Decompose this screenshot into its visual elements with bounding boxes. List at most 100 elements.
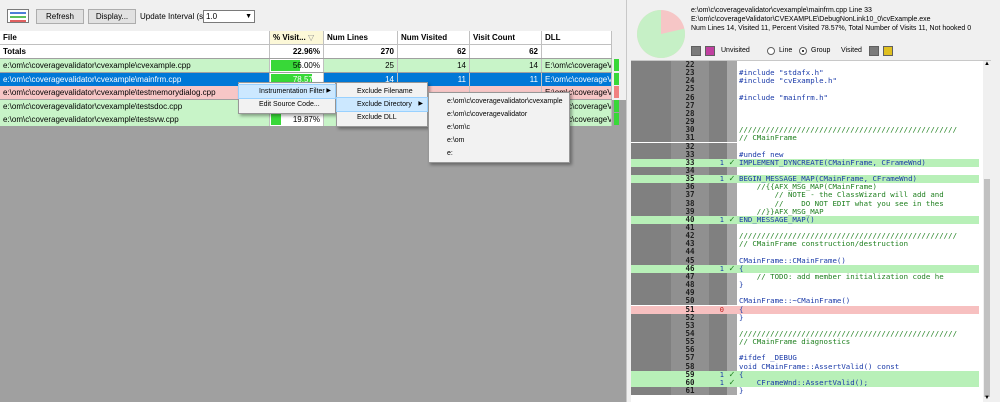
unvisited-swatch-icon[interactable] xyxy=(705,46,715,56)
code-line[interactable]: 22 xyxy=(631,61,979,70)
visited-check-icon xyxy=(727,224,737,233)
scroll-thumb[interactable] xyxy=(984,179,990,397)
visited-check-icon xyxy=(727,191,737,200)
code-line[interactable]: 47 // TODO: add member initialization co… xyxy=(631,272,979,282)
menu-item-exclude-filename[interactable]: Exclude Filename xyxy=(337,85,427,98)
update-interval-label: Update Interval (s): xyxy=(140,12,209,21)
code-line[interactable]: 54//////////////////////////////////////… xyxy=(631,329,979,339)
source-text: { xyxy=(737,264,979,273)
code-line[interactable]: 41 xyxy=(631,223,979,233)
vertical-scrollbar[interactable]: ▲ ▼ xyxy=(983,61,991,402)
scroll-down-icon[interactable]: ▼ xyxy=(983,395,991,402)
source-text: CFrameWnd::AssertValid(); xyxy=(737,378,979,387)
group-radio[interactable] xyxy=(799,47,807,55)
grid-icon[interactable] xyxy=(869,46,879,56)
code-line[interactable]: 25 xyxy=(631,85,979,94)
code-line[interactable]: 33 1 ✓ IMPLEMENT_DYNCREATE(CMainFrame, CFra… xyxy=(631,158,979,167)
code-line[interactable]: 59 1 ✓{ xyxy=(631,370,979,379)
code-line[interactable]: 32 xyxy=(631,142,979,151)
code-line[interactable]: 35 1 ✓ BEGIN_MESSAGE_MAP(CMainFrame, CFrame… xyxy=(631,174,979,184)
source-text: #include "cvExample.h" xyxy=(739,77,837,86)
visit-count xyxy=(709,109,727,119)
display-button[interactable]: Display... xyxy=(88,9,136,24)
cell-file: e:\om\c\coveragevalidator\cvexample\cvex… xyxy=(0,59,270,72)
code-line[interactable]: 46 1 ✓{ xyxy=(631,264,979,273)
source-code-view[interactable]: 22 23 #include "stdafx.h" 24 #include "cvExa… xyxy=(631,60,991,402)
code-line[interactable]: 37 // NOTE - the ClassWizard will add an… xyxy=(631,191,979,200)
visit-count: 1 xyxy=(709,175,727,184)
visited-check-icon xyxy=(727,321,737,330)
menu-item-edit-source-code[interactable]: Edit Source Code... xyxy=(239,98,335,111)
refresh-button[interactable]: Refresh xyxy=(36,9,84,24)
code-line[interactable]: 30//////////////////////////////////////… xyxy=(631,126,979,135)
code-line[interactable]: 39 //}}AFX_MSG_MAP xyxy=(631,207,979,216)
code-line[interactable]: 48} xyxy=(631,280,979,290)
file-coverage-pane: Refresh Display... Update Interval (s): … xyxy=(0,0,626,402)
code-line[interactable]: 29 xyxy=(631,117,979,127)
code-line[interactable]: 51 0{ xyxy=(631,305,979,314)
code-line[interactable]: 53 xyxy=(631,321,979,330)
code-line[interactable]: 58 void CMainFrame::AssertValid() const xyxy=(631,362,979,371)
totals-dll xyxy=(542,45,612,58)
menu-item-directory[interactable]: e:\om\c\coveragevalidator\cvexample xyxy=(429,95,569,108)
code-line[interactable]: 55// CMainFrame diagnostics xyxy=(631,337,979,347)
legend-line-label: Line xyxy=(779,47,793,54)
table-row[interactable]: e:\om\c\coveragevalidator\cvexample\cvex… xyxy=(0,59,612,72)
gutter xyxy=(631,272,671,282)
code-line[interactable]: 44 xyxy=(631,248,979,257)
source-text: // CMainFrame diagnostics xyxy=(739,338,851,347)
menu-item-directory[interactable]: e:\om\c\coveragevalidator xyxy=(429,108,569,121)
code-line[interactable]: 34 xyxy=(631,166,979,176)
code-line[interactable]: 52} xyxy=(631,313,979,322)
menu-item-directory[interactable]: e:\om xyxy=(429,134,569,147)
col-header-percent-visited[interactable]: % Visit... ▽ xyxy=(270,31,324,45)
code-line[interactable]: 49 xyxy=(631,289,979,298)
visit-count: 1 xyxy=(709,370,727,379)
visit-count xyxy=(709,346,727,355)
code-line[interactable]: 38 // DO NOT EDIT what you see in thes xyxy=(631,199,979,208)
code-line[interactable]: 26 #include "mainfrm.h" xyxy=(631,93,979,102)
totals-percent: 22.96% xyxy=(270,45,324,58)
source-text xyxy=(737,224,979,232)
update-interval-select[interactable]: 1.0 ▼ xyxy=(203,10,255,23)
gutter xyxy=(631,183,671,192)
gutter xyxy=(631,158,671,167)
col-header-num-lines[interactable]: Num Lines xyxy=(324,31,398,45)
code-line[interactable]: 24 #include "cvExample.h" xyxy=(631,77,979,86)
col-header-visit-count[interactable]: Visit Count xyxy=(470,31,542,45)
menu-item-exclude-dll[interactable]: Exclude DLL xyxy=(337,111,427,124)
col-header-num-visited[interactable]: Num Visited xyxy=(398,31,470,45)
menu-item-instrumentation-filter[interactable]: Instrumentation Filter ▶ xyxy=(238,84,336,99)
code-line[interactable]: 43// CMainFrame construction/destruction xyxy=(631,240,979,249)
code-line[interactable]: 61} xyxy=(631,386,979,396)
menu-item-directory[interactable]: e: xyxy=(429,147,569,160)
grid-icon[interactable] xyxy=(691,46,701,56)
gutter xyxy=(631,215,671,224)
display-options-icon[interactable] xyxy=(7,9,29,23)
line-radio[interactable] xyxy=(767,47,775,55)
code-line[interactable]: 31// CMainFrame xyxy=(631,134,979,143)
code-line[interactable]: 23 #include "stdafx.h" xyxy=(631,68,979,78)
gutter xyxy=(631,85,671,94)
col-header-dll[interactable]: DLL xyxy=(542,31,612,45)
code-line[interactable]: 57 #ifdef _DEBUG xyxy=(631,354,979,363)
code-line[interactable]: 60 1 ✓ CFrameWnd::AssertValid(); xyxy=(631,378,979,387)
code-line[interactable]: 40 1 ✓ END_MESSAGE_MAP() xyxy=(631,215,979,224)
code-line[interactable]: 28 xyxy=(631,109,979,119)
code-line[interactable]: 45 CMainFrame::CMainFrame() xyxy=(631,256,979,265)
visited-check-icon xyxy=(727,183,737,192)
code-line[interactable]: 27 xyxy=(631,101,979,110)
menu-item-directory[interactable]: e:\om\c xyxy=(429,121,569,134)
source-text: CMainFrame::~CMainFrame() xyxy=(739,297,851,306)
code-line[interactable]: 36 //{{AFX_MSG_MAP(CMainFrame) xyxy=(631,183,979,192)
source-text: #include "mainfrm.h" xyxy=(739,93,828,102)
menu-item-exclude-directory[interactable]: Exclude Directory ▶ xyxy=(336,97,428,112)
scroll-up-icon[interactable]: ▲ xyxy=(983,61,991,69)
gutter xyxy=(631,240,671,249)
code-line[interactable]: 42//////////////////////////////////////… xyxy=(631,231,979,241)
col-header-file[interactable]: File xyxy=(0,31,270,45)
code-line[interactable]: 33 #undef new xyxy=(631,150,979,159)
code-line[interactable]: 50 CMainFrame::~CMainFrame() xyxy=(631,297,979,306)
code-line[interactable]: 56 xyxy=(631,346,979,355)
visited-swatch-icon[interactable] xyxy=(883,46,893,56)
